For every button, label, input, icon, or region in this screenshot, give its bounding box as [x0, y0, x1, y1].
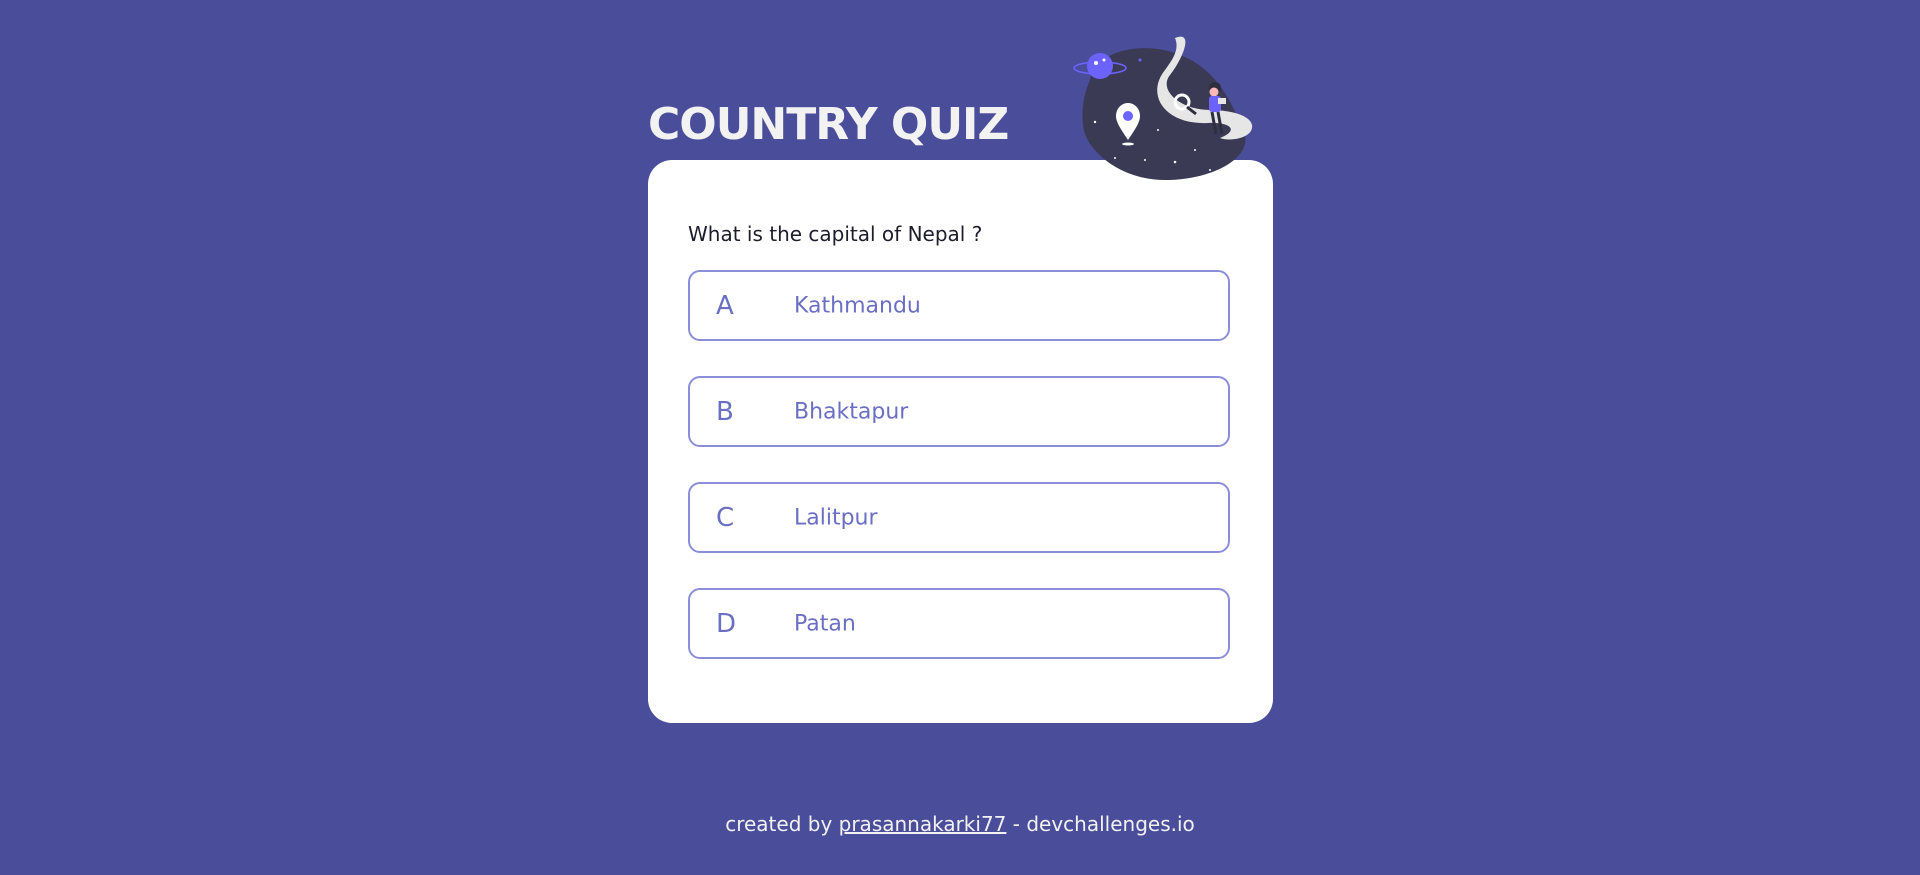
page-title: COUNTRY QUIZ [648, 99, 1009, 150]
option-letter: A [716, 290, 734, 321]
question-text: What is the capital of Nepal ? [688, 222, 983, 246]
answer-option-c[interactable]: C Lalitpur [688, 482, 1230, 553]
option-label: Lalitpur [794, 505, 878, 530]
answer-option-d[interactable]: D Patan [688, 588, 1230, 659]
option-letter: D [716, 608, 737, 639]
page: COUNTRY QUIZ What is the capital of Nepa… [0, 0, 1920, 875]
option-letter: B [716, 396, 734, 427]
footer-suffix: - devchallenges.io [1012, 812, 1195, 836]
answer-option-b[interactable]: B Bhaktapur [688, 376, 1230, 447]
footer: created by prasannakarki77 - devchalleng… [0, 812, 1920, 836]
option-label: Kathmandu [794, 293, 921, 318]
option-label: Patan [794, 611, 856, 636]
option-letter: C [716, 502, 735, 533]
footer-prefix: created by [725, 812, 833, 836]
answer-option-a[interactable]: A Kathmandu [688, 270, 1230, 341]
adventure-illustration-icon [1070, 30, 1270, 190]
option-label: Bhaktapur [794, 399, 909, 424]
quiz-card: What is the capital of Nepal ? A Kathman… [648, 160, 1273, 723]
author-link[interactable]: prasannakarki77 [839, 812, 1007, 836]
